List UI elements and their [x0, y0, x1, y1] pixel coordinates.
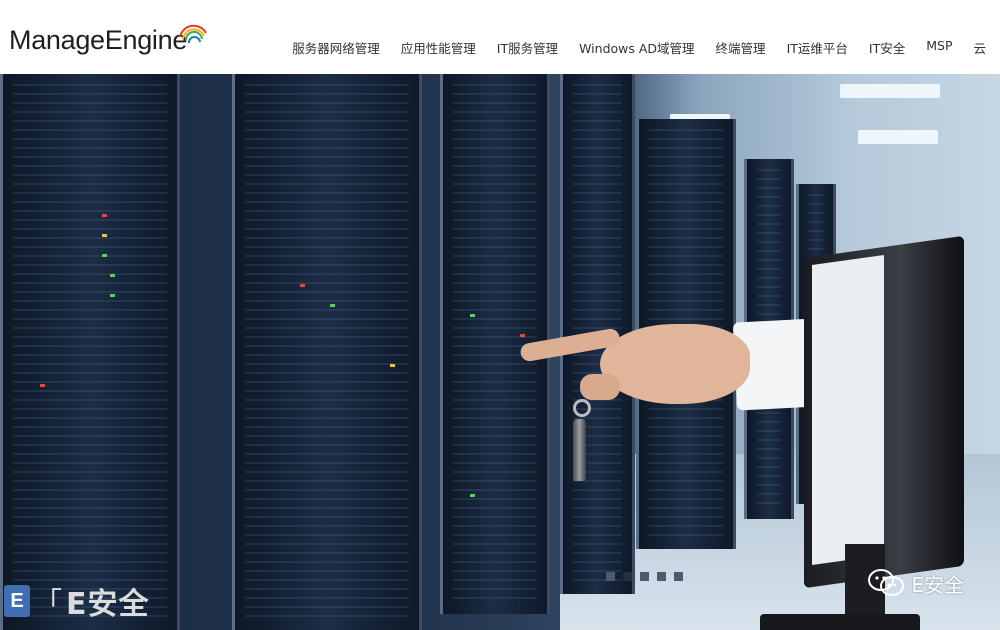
nav-item-app-performance[interactable]: 应用性能管理	[401, 38, 476, 57]
site-header: ManageEngine 服务器网络管理 应用性能管理 IT服务管理 Windo…	[0, 0, 1000, 74]
watermark-text-right: E安全	[911, 572, 964, 597]
wechat-icon	[868, 569, 905, 596]
nav-item-windows-ad[interactable]: Windows AD域管理	[579, 38, 694, 57]
hand	[600, 324, 750, 404]
nav-item-it-ops[interactable]: IT运维平台	[787, 38, 848, 57]
nav-item-server-network[interactable]: 服务器网络管理	[292, 38, 380, 57]
watermark-right: E安全	[867, 568, 964, 598]
status-led	[110, 294, 115, 297]
monitor-screen	[812, 254, 884, 566]
watermark-text-left: E安全	[66, 587, 150, 622]
manageengine-logo[interactable]: ManageEngine	[9, 25, 187, 56]
status-led	[470, 494, 475, 497]
key-ring-icon	[573, 399, 591, 417]
ceiling-light	[840, 84, 940, 98]
key-icon	[573, 419, 586, 481]
nav-item-cloud[interactable]: 云	[973, 38, 986, 57]
carousel-indicators	[606, 572, 691, 581]
status-led	[520, 334, 525, 337]
nav-item-it-security[interactable]: IT安全	[869, 38, 905, 57]
watermark-bracket: 「	[34, 586, 63, 619]
monitor-base	[760, 614, 920, 630]
status-led	[300, 284, 305, 287]
hero-banner[interactable]	[0, 74, 1000, 630]
status-led	[470, 314, 475, 317]
carousel-dot-3[interactable]	[640, 572, 649, 581]
status-led	[102, 234, 107, 237]
carousel-dot-2[interactable]	[623, 572, 632, 581]
status-led	[110, 274, 115, 277]
thumb	[580, 374, 620, 400]
status-led	[40, 384, 45, 387]
status-led	[330, 304, 335, 307]
status-led	[102, 214, 107, 217]
carousel-dot-4[interactable]	[657, 572, 666, 581]
carousel-dot-1[interactable]	[606, 572, 615, 581]
logo-arc-icon	[179, 24, 207, 44]
nav-item-endpoint[interactable]: 终端管理	[716, 38, 766, 57]
server-rack	[232, 74, 422, 630]
carousel-dot-5[interactable]	[674, 572, 683, 581]
nav-item-msp[interactable]: MSP	[926, 38, 952, 57]
status-led	[390, 364, 395, 367]
status-led	[102, 254, 107, 257]
main-nav: 服务器网络管理 应用性能管理 IT服务管理 Windows AD域管理 终端管理…	[271, 38, 986, 57]
watermark-left: E 「 E安全	[4, 582, 150, 622]
nav-item-it-service[interactable]: IT服务管理	[497, 38, 558, 57]
watermark-badge: E	[4, 585, 30, 617]
server-rack	[0, 74, 180, 630]
ceiling-light	[858, 130, 938, 144]
